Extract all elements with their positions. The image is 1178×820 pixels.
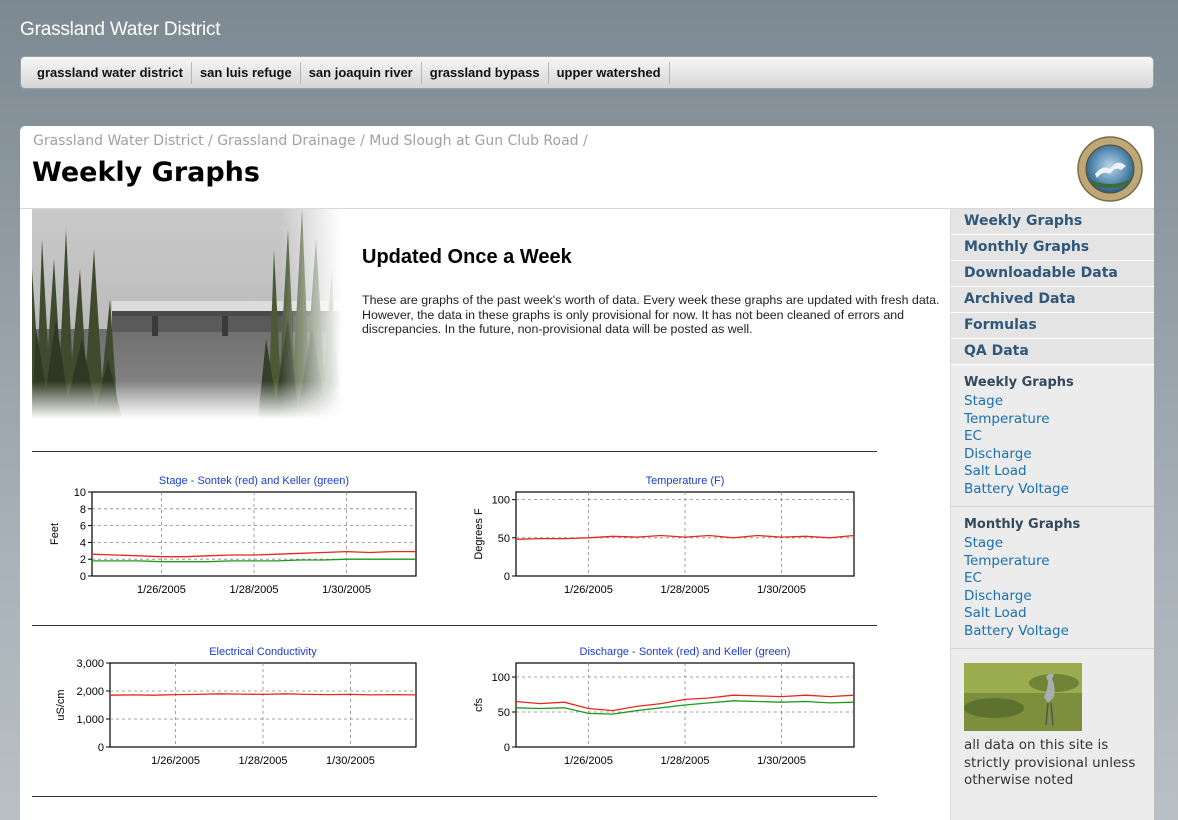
intro-text: These are graphs of the past week's wort… (362, 293, 940, 336)
y-tick-label: 4 (80, 537, 86, 549)
breadcrumb: Grassland Water District / Grassland Dra… (33, 133, 588, 149)
monthly-graphs-heading: Monthly Graphs (964, 517, 1081, 532)
y-tick-label: 0 (504, 742, 510, 754)
y-tick-label: 0 (504, 571, 510, 583)
x-tick-label: 1/28/2005 (661, 584, 710, 596)
monthly-link-ec[interactable]: EC (964, 570, 1154, 588)
chart-title: Discharge - Sontek (red) and Keller (gre… (580, 646, 791, 658)
district-seal-logo (1077, 136, 1143, 202)
temperature-chart: Temperature (F) 0 50 100 1/26/2005 1/28/2005 1… (473, 475, 855, 596)
topnav-upper-watershed[interactable]: upper watershed (549, 61, 670, 84)
x-tick-label: 1/28/2005 (230, 584, 279, 596)
section-divider (32, 625, 877, 626)
y-axis-label: Feet (49, 523, 61, 545)
sidebar-nav-downloadable-data[interactable]: Downloadable Data (951, 261, 1154, 287)
x-tick-label: 1/30/2005 (757, 584, 806, 596)
y-tick-label: 3,000 (76, 658, 104, 670)
x-tick-label: 1/26/2005 (137, 584, 186, 596)
page-title: Weekly Graphs (32, 157, 260, 188)
y-tick-label: 2 (80, 554, 86, 566)
provisional-section: all data on this site is strictly provis… (951, 649, 1154, 798)
breadcrumb-grassland-drainage[interactable]: Grassland Drainage (217, 133, 355, 149)
monthly-link-temperature[interactable]: Temperature (964, 553, 1154, 571)
weekly-link-battery-voltage[interactable]: Battery Voltage (964, 481, 1154, 499)
provisional-data-note: all data on this site is strictly provis… (964, 737, 1136, 788)
monthly-link-battery-voltage[interactable]: Battery Voltage (964, 623, 1154, 641)
y-tick-label: 50 (498, 533, 510, 545)
weekly-graphs-section: Weekly Graphs Stage Temperature EC Disch… (951, 365, 1154, 507)
sidebar-nav-monthly-graphs[interactable]: Monthly Graphs (951, 235, 1154, 261)
mud-slough-photo (32, 209, 342, 419)
x-tick-label: 1/26/2005 (564, 584, 613, 596)
topnav-grassland-water-district[interactable]: grassland water district (31, 61, 192, 84)
chart-title: Electrical Conductivity (209, 646, 317, 658)
weekly-link-ec[interactable]: EC (964, 428, 1154, 446)
y-tick-label: 10 (74, 487, 86, 499)
x-tick-label: 1/30/2005 (326, 755, 375, 767)
ec-chart: Electrical Conductivity 0 1,000 2,000 3,000 1… (55, 646, 417, 767)
breadcrumb-grassland-water-district[interactable]: Grassland Water District (33, 133, 204, 149)
breadcrumb-separator: / (203, 133, 218, 149)
intro-title: Updated Once a Week (362, 246, 572, 268)
stage-chart: Stage - Sontek (red) and Keller (green) 0… (49, 475, 417, 596)
x-tick-label: 1/30/2005 (757, 755, 806, 767)
y-tick-label: 1,000 (76, 714, 104, 726)
y-tick-label: 2,000 (76, 686, 104, 698)
y-tick-label: 6 (80, 521, 86, 533)
breadcrumb-mud-slough[interactable]: Mud Slough at Gun Club Road (369, 133, 578, 149)
monthly-link-salt-load[interactable]: Salt Load (964, 605, 1154, 623)
x-tick-label: 1/26/2005 (151, 755, 200, 767)
x-tick-label: 1/28/2005 (239, 755, 288, 767)
chart-title: Stage - Sontek (red) and Keller (green) (159, 475, 349, 487)
sidebar-nav-formulas[interactable]: Formulas (951, 313, 1154, 339)
y-tick-label: 0 (80, 571, 86, 583)
y-tick-label: 100 (492, 672, 510, 684)
y-tick-label: 50 (498, 707, 510, 719)
monthly-graphs-section: Monthly Graphs Stage Temperature EC Disc… (951, 507, 1154, 649)
topnav-san-joaquin-river[interactable]: san joaquin river (301, 61, 422, 84)
y-tick-label: 8 (80, 504, 86, 516)
y-axis-label: Degrees F (473, 508, 485, 560)
sidebar-nav-weekly-graphs[interactable]: Weekly Graphs (951, 209, 1154, 235)
weekly-graphs-heading: Weekly Graphs (964, 375, 1074, 390)
section-divider (32, 796, 877, 797)
y-tick-label: 0 (98, 742, 104, 754)
x-tick-label: 1/28/2005 (661, 755, 710, 767)
sidebar-nav-qa-data[interactable]: QA Data (951, 339, 1154, 365)
y-axis-label: uS/cm (55, 689, 67, 720)
heron-photo (964, 663, 1082, 731)
y-tick-label: 100 (492, 495, 510, 507)
monthly-link-discharge[interactable]: Discharge (964, 588, 1154, 606)
weekly-link-stage[interactable]: Stage (964, 393, 1154, 411)
chart-title: Temperature (F) (646, 475, 725, 487)
topnav-grassland-bypass[interactable]: grassland bypass (422, 61, 549, 84)
breadcrumb-separator: / (355, 133, 370, 149)
right-sidebar: Weekly Graphs Monthly Graphs Downloadabl… (950, 209, 1154, 820)
weekly-link-discharge[interactable]: Discharge (964, 446, 1154, 464)
x-tick-label: 1/30/2005 (322, 584, 371, 596)
weekly-link-temperature[interactable]: Temperature (964, 411, 1154, 429)
weekly-link-salt-load[interactable]: Salt Load (964, 463, 1154, 481)
y-axis-label: cfs (473, 697, 485, 712)
section-divider (32, 451, 877, 452)
discharge-chart: Discharge - Sontek (red) and Keller (gre… (473, 646, 855, 767)
breadcrumb-separator: / (578, 133, 588, 149)
content-panel: Grassland Water District / Grassland Dra… (20, 126, 1154, 820)
monthly-link-stage[interactable]: Stage (964, 535, 1154, 553)
sidebar-nav-archived-data[interactable]: Archived Data (951, 287, 1154, 313)
top-navigation: grassland water district san luis refuge… (20, 56, 1154, 89)
x-tick-label: 1/26/2005 (564, 755, 613, 767)
site-title: Grassland Water District (20, 19, 221, 40)
topnav-san-luis-refuge[interactable]: san luis refuge (192, 61, 301, 84)
